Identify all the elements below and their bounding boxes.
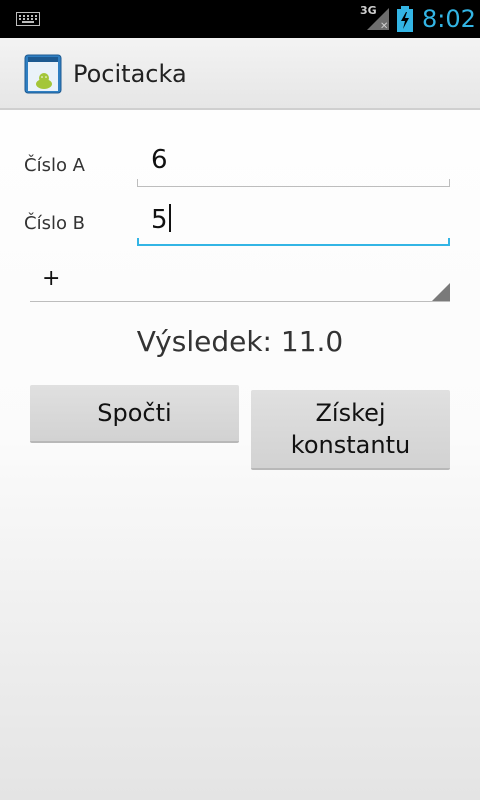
clock: 8:02 bbox=[422, 5, 476, 33]
text-cursor bbox=[168, 204, 171, 232]
action-bar: Pocitacka bbox=[0, 38, 480, 110]
result-text: Výsledek: 11.0 bbox=[136, 325, 344, 358]
number-a-label: Číslo A bbox=[24, 155, 85, 176]
number-a-underline bbox=[137, 179, 450, 187]
keyboard-icon bbox=[16, 12, 40, 26]
operation-selected: + bbox=[42, 266, 61, 291]
svg-text:✕: ✕ bbox=[380, 21, 388, 32]
number-b-value-wrap: 5 bbox=[151, 204, 171, 235]
get-constant-button[interactable]: Získej konstantu bbox=[251, 390, 450, 470]
number-a-value: 6 bbox=[151, 145, 168, 175]
compute-button-label: Spočti bbox=[97, 399, 172, 427]
get-constant-label-line1: Získej bbox=[315, 399, 386, 427]
battery-charging-icon bbox=[397, 6, 413, 32]
number-b-underline bbox=[137, 238, 450, 246]
number-b-field[interactable]: 5 bbox=[137, 200, 450, 246]
get-constant-label-line2: konstantu bbox=[290, 431, 411, 459]
number-b-label: Číslo B bbox=[24, 213, 86, 234]
number-a-field[interactable]: 6 bbox=[137, 141, 450, 187]
operation-spinner[interactable]: + bbox=[30, 262, 450, 302]
spinner-corner-icon bbox=[432, 283, 450, 301]
android-app-icon[interactable] bbox=[24, 54, 62, 94]
number-b-value: 5 bbox=[151, 205, 168, 235]
app-title: Pocitacka bbox=[73, 60, 187, 88]
network-type-label: 3G bbox=[360, 4, 377, 17]
status-bar: ✕ 3G 8:02 bbox=[0, 0, 480, 38]
compute-button[interactable]: Spočti bbox=[30, 385, 239, 443]
